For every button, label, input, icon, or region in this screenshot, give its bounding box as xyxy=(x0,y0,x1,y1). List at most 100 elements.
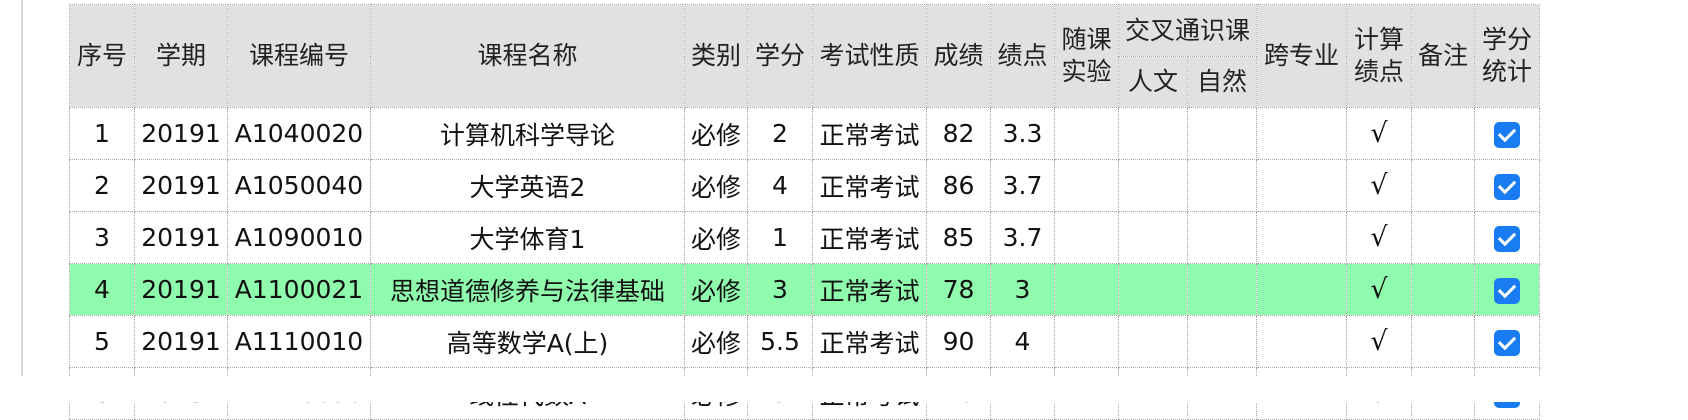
cell-exam-type: 正常考试 xyxy=(812,315,927,368)
cell-credit-stats xyxy=(1474,315,1540,368)
cell-lab xyxy=(1054,315,1119,368)
cell-credit: 3 xyxy=(747,263,813,316)
cell-exam-type: 正常考试 xyxy=(812,107,927,160)
header-remark: 备注 xyxy=(1411,4,1475,108)
header-credit-stats: 学分 统计 xyxy=(1474,4,1540,108)
cell-calc-gpa-mark: √ xyxy=(1346,211,1412,264)
cell-credit: 4 xyxy=(747,159,813,212)
cell-category: 必修 xyxy=(684,107,748,160)
cell-cross-major xyxy=(1256,107,1347,160)
cell-gpa: 3.7 xyxy=(990,159,1055,212)
credit-stats-checkbox[interactable] xyxy=(1494,226,1520,252)
cell-term: 20191 xyxy=(134,107,228,160)
cell-humanities xyxy=(1118,263,1188,316)
cell-cross-major xyxy=(1256,211,1347,264)
cell-credit: 1 xyxy=(747,211,813,264)
cell-cross-major xyxy=(1256,315,1347,368)
cell-humanities xyxy=(1118,211,1188,264)
cell-category: 必修 xyxy=(684,315,748,368)
cell-course-name: 大学英语2 xyxy=(370,159,685,212)
cell-course-code: A1110010 xyxy=(227,315,371,368)
credit-stats-checkbox[interactable] xyxy=(1494,174,1520,200)
header-calc-gpa-line1: 计算 xyxy=(1353,25,1404,54)
cell-nature xyxy=(1187,211,1257,264)
cell-lab xyxy=(1054,263,1119,316)
header-category: 类别 xyxy=(684,4,748,108)
header-credit: 学分 xyxy=(747,4,813,108)
cell-index: 1 xyxy=(69,107,135,160)
page-left-border xyxy=(21,0,23,402)
cell-lab xyxy=(1054,107,1119,160)
cell-score: 85 xyxy=(926,211,991,264)
grades-table: 序号 学期 课程编号 课程名称 类别 学分 考试性质 成绩 绩点 随课 实验 交叉… xyxy=(69,4,1540,420)
cell-index: 3 xyxy=(69,211,135,264)
cell-credit-stats xyxy=(1474,159,1540,212)
cell-course-name: 计算机科学导论 xyxy=(370,107,685,160)
cell-score: 90 xyxy=(926,315,991,368)
cell-humanities xyxy=(1118,315,1188,368)
header-calc-gpa: 计算 绩点 xyxy=(1346,4,1412,108)
cell-index: 2 xyxy=(69,159,135,212)
cell-category: 必修 xyxy=(684,211,748,264)
cell-exam-type: 正常考试 xyxy=(812,263,927,316)
cell-score: 86 xyxy=(926,159,991,212)
header-exam-type: 考试性质 xyxy=(812,4,927,108)
table-row: 2 20191 A1050040 大学英语2 必修 4 正常考试 86 3.7 … xyxy=(69,159,1540,212)
cell-calc-gpa-mark: √ xyxy=(1346,263,1412,316)
credit-stats-checkbox[interactable] xyxy=(1494,122,1520,148)
header-course-code: 课程编号 xyxy=(227,4,371,108)
header-score: 成绩 xyxy=(926,4,991,108)
cell-gpa: 3 xyxy=(990,263,1055,316)
header-lab: 随课 实验 xyxy=(1054,4,1119,108)
cell-gpa: 4 xyxy=(990,315,1055,368)
cell-course-code: A1090010 xyxy=(227,211,371,264)
header-term: 学期 xyxy=(134,4,228,108)
credit-stats-checkbox[interactable] xyxy=(1494,278,1520,304)
cell-nature xyxy=(1187,159,1257,212)
cell-cross-major xyxy=(1256,159,1347,212)
table-row: 4 20191 A1100021 思想道德修养与法律基础 必修 3 正常考试 7… xyxy=(69,263,1540,316)
cell-credit-stats xyxy=(1474,211,1540,264)
viewport-bottom-edge xyxy=(0,376,1688,402)
cell-course-code: A1050040 xyxy=(227,159,371,212)
cell-remark xyxy=(1411,159,1475,212)
header-index: 序号 xyxy=(69,4,135,108)
cell-remark xyxy=(1411,211,1475,264)
cell-index: 5 xyxy=(69,315,135,368)
cell-gpa: 3.7 xyxy=(990,211,1055,264)
table-row: 5 20191 A1110010 高等数学A(上) 必修 5.5 正常考试 90… xyxy=(69,315,1540,368)
header-nature: 自然 xyxy=(1187,56,1257,108)
cell-course-name: 思想道德修养与法律基础 xyxy=(370,263,685,316)
cell-course-name: 高等数学A(上) xyxy=(370,315,685,368)
header-gpa: 绩点 xyxy=(990,4,1055,108)
cell-category: 必修 xyxy=(684,159,748,212)
cell-credit-stats xyxy=(1474,107,1540,160)
table-row: 1 20191 A1040020 计算机科学导论 必修 2 正常考试 82 3.… xyxy=(69,107,1540,160)
cell-credit: 2 xyxy=(747,107,813,160)
cell-remark xyxy=(1411,263,1475,316)
header-credit-stats-line2: 统计 xyxy=(1481,57,1532,86)
cell-humanities xyxy=(1118,107,1188,160)
cell-nature xyxy=(1187,263,1257,316)
header-humanities: 人文 xyxy=(1118,56,1188,108)
cell-term: 20191 xyxy=(134,211,228,264)
cell-term: 20191 xyxy=(134,315,228,368)
header-lab-line1: 随课 xyxy=(1061,25,1112,54)
cell-humanities xyxy=(1118,159,1188,212)
credit-stats-checkbox[interactable] xyxy=(1494,330,1520,356)
cell-course-name: 大学体育1 xyxy=(370,211,685,264)
header-cross-major: 跨专业 xyxy=(1256,4,1347,108)
cell-score: 82 xyxy=(926,107,991,160)
header-lab-line2: 实验 xyxy=(1061,57,1112,86)
cell-lab xyxy=(1054,211,1119,264)
cell-calc-gpa-mark: √ xyxy=(1346,315,1412,368)
cell-term: 20191 xyxy=(134,159,228,212)
cell-calc-gpa-mark: √ xyxy=(1346,107,1412,160)
cell-course-code: A1040020 xyxy=(227,107,371,160)
cell-gpa: 3.3 xyxy=(990,107,1055,160)
cell-lab xyxy=(1054,159,1119,212)
cell-course-code: A1100021 xyxy=(227,263,371,316)
header-credit-stats-line1: 学分 xyxy=(1481,25,1532,54)
header-course-name: 课程名称 xyxy=(370,4,685,108)
cell-nature xyxy=(1187,107,1257,160)
